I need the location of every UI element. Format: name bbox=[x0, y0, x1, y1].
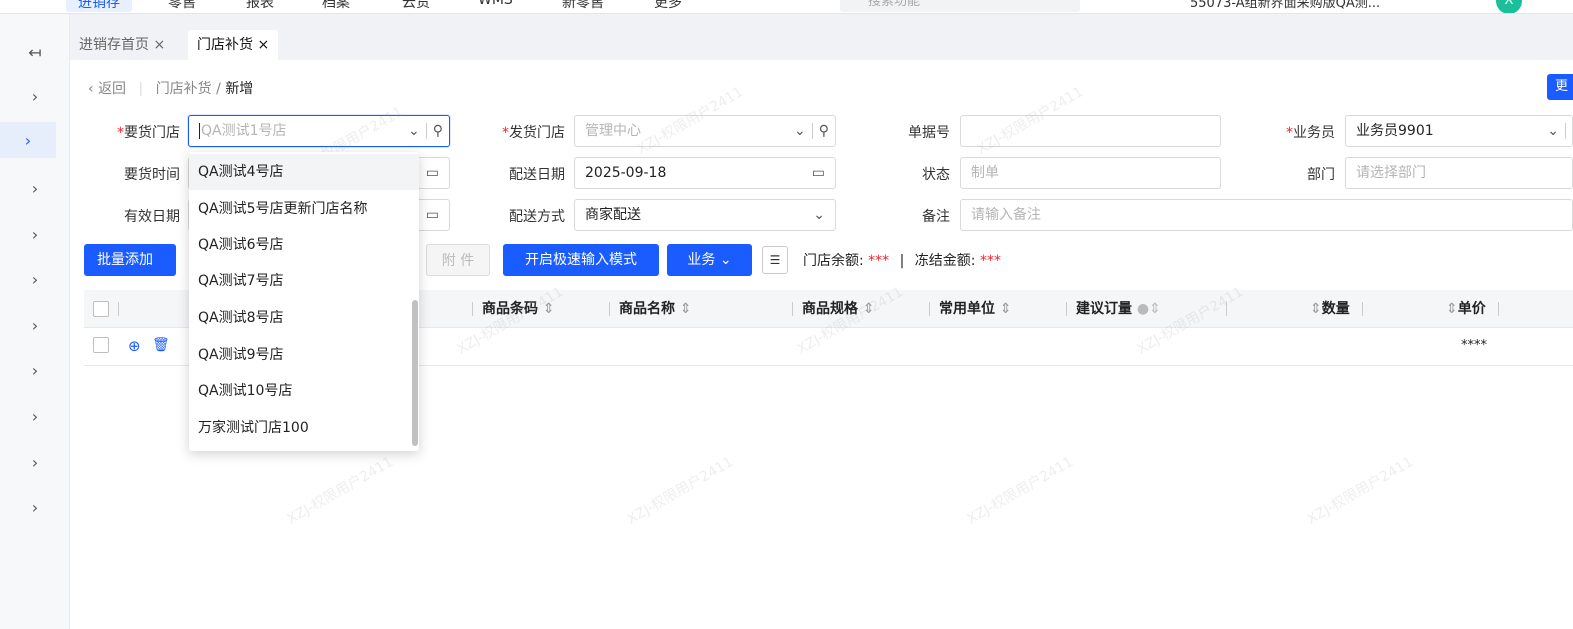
column-settings-icon[interactable]: ☰ bbox=[762, 246, 788, 274]
sidebar-expand-icon[interactable]: › bbox=[0, 78, 70, 114]
store-dropdown-list: QA测试4号店 QA测试5号店更新门店名称 QA测试6号店 QA测试7号店 QA… bbox=[189, 152, 419, 451]
department-select[interactable]: 请选择部门 bbox=[1345, 157, 1573, 189]
nav-item-more[interactable]: 更多 bbox=[654, 0, 682, 12]
collapse-sidebar-icon[interactable]: ↤ bbox=[0, 34, 70, 70]
list-item[interactable]: QA测试10号店 bbox=[189, 373, 419, 409]
nav-item-retail[interactable]: 零售 bbox=[168, 0, 196, 12]
row-price: **** bbox=[1461, 338, 1487, 353]
nav-item-jxc[interactable]: 进销存 bbox=[66, 0, 132, 12]
chevron-down-icon: ⌄ bbox=[813, 207, 825, 223]
list-item[interactable]: QA测试5号店更新门店名称 bbox=[189, 191, 419, 227]
list-item[interactable]: QA测试4号店 bbox=[189, 154, 419, 190]
salesman-select[interactable]: 业务员9901 ⌄ bbox=[1345, 115, 1573, 147]
nav-item-newretail[interactable]: 新零售 bbox=[562, 0, 604, 12]
calendar-icon: ▭ bbox=[425, 207, 439, 223]
add-row-icon[interactable]: ⊕ bbox=[128, 337, 141, 355]
nav-search-input[interactable]: 搜索功能 bbox=[840, 0, 1080, 12]
calendar-icon: ▭ bbox=[425, 165, 439, 181]
delivery-method-label: 配送方式 bbox=[509, 209, 565, 225]
ship-store-select[interactable]: 管理中心 ⌄ ⚲ bbox=[574, 115, 836, 147]
delete-row-icon[interactable]: 🗑 bbox=[152, 337, 170, 353]
chevron-down-icon: ⌄ bbox=[719, 252, 732, 268]
business-dropdown-button[interactable]: 业务 ⌄ bbox=[667, 244, 752, 276]
back-link[interactable]: ‹ 返回 bbox=[88, 81, 126, 97]
sidebar-expand-icon[interactable]: › bbox=[0, 398, 70, 434]
col-spec[interactable]: 商品规格 ⇕ bbox=[802, 290, 875, 328]
breadcrumb-current: 新增 bbox=[225, 81, 254, 97]
request-store-label: *要货门店 bbox=[117, 125, 180, 141]
col-barcode[interactable]: 商品条码 ⇕ bbox=[482, 290, 555, 328]
delivery-date-label: 配送日期 bbox=[509, 167, 565, 183]
watermark: XZJ-权限用户2411 bbox=[1304, 454, 1416, 528]
salesman-label: *业务员 bbox=[1286, 125, 1335, 141]
col-unit[interactable]: 常用单位 ⇕ bbox=[939, 290, 1012, 328]
top-navbar: 进销存 零售 报表 档案 云货 WMS 新零售 更多 搜索功能 55073-A组… bbox=[0, 0, 1573, 14]
request-time-label: 要货时间 bbox=[124, 167, 180, 183]
nav-item-report[interactable]: 报表 bbox=[246, 0, 274, 12]
page-tabs: 进销存首页 × 门店补货 × bbox=[70, 14, 1573, 60]
doc-no-label: 单据号 bbox=[908, 125, 950, 141]
list-item[interactable]: QA测试8号店 bbox=[189, 300, 419, 336]
watermark: XZJ-权限用户2411 bbox=[284, 454, 396, 528]
nav-item-wms[interactable]: WMS bbox=[478, 0, 513, 8]
nav-item-archive[interactable]: 档案 bbox=[322, 0, 350, 12]
remark-input[interactable]: 请输入备注 bbox=[960, 199, 1573, 231]
tab-store-replenish[interactable]: 门店补货 × bbox=[188, 30, 279, 60]
search-icon[interactable]: ⚲ bbox=[819, 116, 835, 146]
watermark: XZJ-权限用户2411 bbox=[964, 454, 1076, 528]
col-price[interactable]: ⇕单价 bbox=[1446, 290, 1486, 328]
dropdown-scrollbar[interactable] bbox=[412, 300, 418, 446]
sidebar-expand-icon[interactable]: › bbox=[0, 444, 70, 480]
more-button[interactable]: 更 bbox=[1547, 74, 1573, 100]
sidebar-expand-icon[interactable]: › bbox=[0, 261, 70, 297]
col-name[interactable]: 商品名称 ⇕ bbox=[619, 290, 692, 328]
watermark: XZJ-权限用户2411 bbox=[624, 454, 736, 528]
nav-item-cloud[interactable]: 云货 bbox=[402, 0, 430, 12]
status-input: 制单 bbox=[960, 157, 1221, 189]
select-all-checkbox[interactable] bbox=[93, 301, 109, 317]
ship-store-label: *发货门店 bbox=[502, 125, 565, 141]
delivery-method-select[interactable]: 商家配送 ⌄ bbox=[574, 199, 836, 231]
sidebar-expand-icon[interactable]: › bbox=[0, 352, 70, 388]
col-suggest-qty[interactable]: 建议订量 ●⇕ bbox=[1076, 290, 1161, 328]
list-item[interactable]: QA测试6号店 bbox=[189, 227, 419, 263]
chevron-down-icon: ⌄ bbox=[408, 123, 420, 139]
batch-add-button[interactable]: 批量添加 bbox=[84, 244, 176, 276]
sidebar-expand-icon[interactable]: › bbox=[0, 489, 70, 525]
avatar[interactable]: X bbox=[1496, 0, 1522, 13]
sidebar-expand-icon[interactable]: › bbox=[0, 216, 70, 252]
valid-date-label: 有效日期 bbox=[124, 209, 180, 225]
delivery-date-picker[interactable]: 2025-09-18 ▭ bbox=[574, 157, 836, 189]
balance-info: 门店余额: *** | 冻结金额: *** bbox=[803, 253, 1001, 269]
list-item[interactable]: QA测试9号店 bbox=[189, 337, 419, 373]
chevron-down-icon: ⌄ bbox=[794, 123, 806, 139]
account-name[interactable]: 55073-A组新界面采购版QA测... bbox=[1190, 0, 1380, 11]
breadcrumb: ‹ 返回 | 门店补货 / 新增 bbox=[88, 81, 254, 97]
calendar-icon: ▭ bbox=[811, 165, 825, 181]
sidebar-expand-icon[interactable]: › bbox=[0, 122, 56, 158]
status-label: 状态 bbox=[922, 167, 950, 183]
sidebar-expand-icon[interactable]: › bbox=[0, 307, 70, 343]
col-qty[interactable]: ⇕数量 bbox=[1310, 290, 1350, 328]
doc-no-input[interactable] bbox=[960, 115, 1221, 147]
sidebar-expand-icon[interactable]: › bbox=[0, 170, 70, 206]
search-icon[interactable]: ⚲ bbox=[433, 116, 449, 146]
request-store-select[interactable]: QA测试1号店 ⌄ ⚲ bbox=[188, 115, 450, 147]
left-sidebar: ↤ › › › › › › › › › › bbox=[0, 14, 70, 629]
department-label: 部门 bbox=[1307, 167, 1335, 183]
attachment-button[interactable]: 附 件 bbox=[426, 244, 490, 276]
tab-jxc-home[interactable]: 进销存首页 × bbox=[70, 30, 174, 60]
chevron-down-icon: ⌄ bbox=[1547, 123, 1559, 139]
list-item[interactable]: 万家测试门店100 bbox=[189, 410, 419, 446]
quick-input-mode-button[interactable]: 开启极速输入模式 bbox=[503, 244, 659, 276]
list-item[interactable]: QA测试7号店 bbox=[189, 263, 419, 299]
remark-label: 备注 bbox=[922, 209, 950, 225]
breadcrumb-parent[interactable]: 门店补货 / bbox=[156, 81, 221, 97]
row-checkbox[interactable] bbox=[93, 337, 109, 353]
